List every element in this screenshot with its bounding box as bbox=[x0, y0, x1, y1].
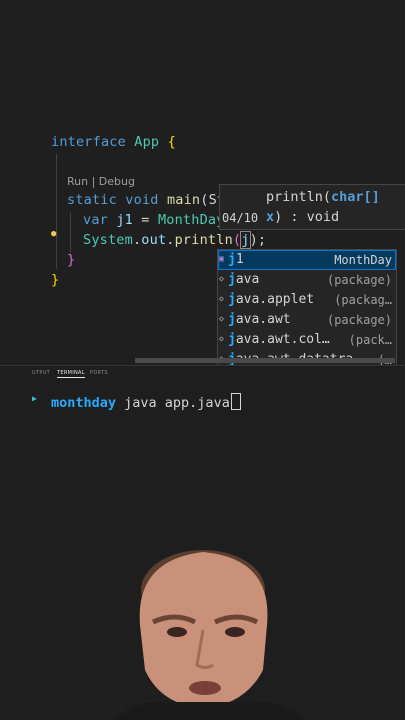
code-line-4[interactable]: System.out.println(j); bbox=[83, 231, 267, 249]
keyword: static bbox=[67, 192, 117, 208]
paren: ( bbox=[232, 232, 242, 248]
tab-output[interactable]: UTPUT bbox=[32, 370, 50, 376]
code-overflow-text: 04/10 bbox=[222, 211, 259, 225]
suggestion-item[interactable]: ◇ java.awt.col… (pack… bbox=[218, 330, 396, 350]
panel-tab-bar: UTPUT TERMINAL PORTS bbox=[0, 365, 405, 380]
indent-guide bbox=[56, 154, 57, 269]
suggestion-label: java.awt.col… bbox=[228, 332, 330, 347]
suggestion-item[interactable]: ◇ java.applet (packag… bbox=[218, 290, 396, 310]
method-name: main bbox=[166, 192, 201, 208]
keyword: void bbox=[125, 192, 159, 208]
code-editor[interactable]: interface App { Run | Debug static void … bbox=[0, 0, 405, 370]
code-text: = bbox=[132, 212, 158, 228]
package-icon: ◇ bbox=[219, 294, 224, 303]
signature-line: x) : void bbox=[266, 209, 339, 225]
method-name: println bbox=[174, 232, 233, 248]
terminal-cursor bbox=[230, 393, 241, 410]
variable-icon: ▣ bbox=[219, 254, 224, 263]
field-name: out bbox=[141, 232, 167, 248]
signature-text: ) : void bbox=[274, 209, 340, 225]
suggestion-detail: (packag… bbox=[334, 293, 392, 307]
package-icon: ◇ bbox=[219, 314, 224, 323]
suggestion-label: java.awt bbox=[228, 312, 291, 327]
code-lens-run-debug[interactable]: Run | Debug bbox=[67, 175, 135, 188]
code-line-1: interface App { bbox=[51, 134, 176, 150]
brace: { bbox=[167, 134, 176, 150]
class-name: System bbox=[83, 232, 133, 248]
terminal-command-line[interactable]: monthday java app.java bbox=[51, 393, 241, 411]
suggestion-detail: (package) bbox=[326, 313, 392, 327]
suggestion-item[interactable]: ◇ java (package) bbox=[218, 270, 396, 290]
prompt-arrow-icon: ▶ bbox=[32, 394, 37, 403]
suggestion-detail: (package) bbox=[326, 273, 392, 287]
code-line-2: static void main(St bbox=[67, 192, 225, 208]
argument-text: j bbox=[240, 231, 251, 249]
suggestion-item[interactable]: ◇ java.awt (package) bbox=[218, 310, 396, 330]
terminal-directory: monthday bbox=[51, 395, 117, 411]
suggestion-label: j1 bbox=[228, 252, 244, 267]
package-icon: ◇ bbox=[219, 334, 224, 343]
keyword: interface bbox=[51, 134, 126, 150]
suggestion-label: java bbox=[228, 272, 260, 287]
presenter-webcam-image bbox=[115, 550, 305, 720]
code-text: ); bbox=[249, 232, 267, 248]
code-line-5: } bbox=[67, 252, 76, 268]
package-icon: ◇ bbox=[219, 274, 224, 283]
signature-text: println( bbox=[266, 189, 332, 205]
suggestion-item[interactable]: ▣ j1 MonthDay bbox=[218, 250, 396, 270]
signature-help-popup: println(char[] 04/10 x) : void bbox=[219, 184, 405, 230]
tab-ports[interactable]: PORTS bbox=[90, 370, 108, 376]
horizontal-scrollbar[interactable] bbox=[135, 358, 395, 363]
code-text: . bbox=[166, 232, 175, 248]
indent-guide bbox=[70, 212, 71, 252]
active-parameter: char[] bbox=[331, 189, 380, 205]
suggestion-label: java.applet bbox=[228, 292, 315, 307]
suggestion-detail: (pack… bbox=[348, 333, 392, 347]
code-line-6: } bbox=[51, 272, 60, 288]
tab-terminal[interactable]: TERMINAL bbox=[57, 370, 85, 378]
suggestion-detail: MonthDay bbox=[334, 253, 392, 267]
suggestion-list[interactable]: ▣ j1 MonthDay ◇ java (package) ◇ java.ap… bbox=[217, 249, 397, 370]
lightbulb-icon[interactable]: ● bbox=[51, 229, 56, 239]
variable-name: j1 bbox=[116, 212, 133, 228]
active-parameter: x bbox=[266, 209, 275, 225]
code-line-3: var j1 = MonthDay bbox=[83, 212, 225, 228]
signature-line: println(char[] bbox=[266, 189, 380, 205]
class-name: MonthDay bbox=[157, 212, 225, 228]
interface-name: App bbox=[125, 134, 168, 150]
keyword: var bbox=[83, 212, 108, 228]
terminal-command: java app.java bbox=[116, 395, 230, 411]
